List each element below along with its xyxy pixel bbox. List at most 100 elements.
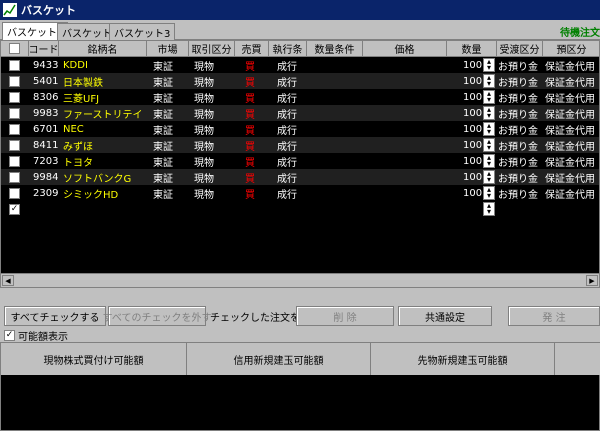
cell-market: 東証 — [153, 157, 173, 169]
cell-exec: 成行 — [277, 141, 297, 153]
qty-stepper[interactable]: ▴ ▾ — [483, 74, 495, 88]
qty-stepper[interactable]: ▴ ▾ — [483, 154, 495, 168]
table-row[interactable]: 6701 NEC 東証 現物 買 成行 100 お預り金 保証金代用 ▴ ▾ — [1, 121, 599, 137]
delete-button[interactable]: 削 除 — [296, 306, 394, 326]
table-row[interactable]: 8306 三菱UFJ 東証 現物 買 成行 100 お預り金 保証金代用 ▴ ▾ — [1, 89, 599, 105]
cell-side: 買 — [245, 125, 255, 137]
row-checkbox[interactable] — [9, 75, 20, 87]
table-row[interactable]: 7203 トヨタ 東証 現物 買 成行 100 お預り金 保証金代用 ▴ ▾ — [1, 153, 599, 169]
qty-stepper[interactable]: ▴ ▾ — [483, 170, 495, 184]
horizontal-scrollbar[interactable]: ◀ ▶ — [1, 273, 599, 287]
header-select-all[interactable] — [1, 41, 29, 57]
header-code: コード — [29, 41, 59, 57]
order-grid: コード 銘柄名 市場 取引区分 売買 執行条 数量条件 価格 数量 受渡区分 預… — [0, 40, 600, 288]
tab-basket-3[interactable]: バスケット3 — [109, 23, 176, 40]
cell-account: 保証金代用 — [545, 173, 595, 185]
row-checkbox[interactable] — [9, 107, 20, 119]
show-available-row[interactable]: 可能額表示 — [0, 328, 600, 343]
cell-qty: 100 — [463, 75, 483, 87]
row-checkbox[interactable] — [9, 155, 20, 167]
qty-stepper[interactable]: ▴ ▾ — [483, 122, 495, 136]
header-market: 市場 — [147, 41, 189, 57]
header-side: 売買 — [235, 41, 269, 57]
cell-delivery: お預り金 — [498, 189, 538, 201]
cell-code: 8411 — [33, 139, 59, 151]
cell-delivery: お預り金 — [498, 93, 538, 105]
cell-name: NEC — [63, 123, 84, 135]
cell-code: 9984 — [33, 171, 59, 183]
scroll-left-icon[interactable]: ◀ — [2, 275, 14, 286]
cell-side: 買 — [245, 157, 255, 169]
row-checkbox-cell — [9, 57, 20, 73]
cell-qty: 100 — [463, 107, 483, 119]
select-all-checkbox[interactable] — [9, 43, 20, 54]
table-row-empty[interactable]: ▴▾ — [1, 201, 599, 217]
row-checkbox-cell — [9, 73, 20, 89]
window-title: バスケット — [21, 4, 76, 17]
show-available-checkbox[interactable] — [4, 329, 15, 341]
check-all-button[interactable]: すべてチェックする — [4, 306, 106, 326]
table-row[interactable]: 8411 みずほ 東証 現物 買 成行 100 お預り金 保証金代用 ▴ ▾ — [1, 137, 599, 153]
toolbar: すべてチェックする すべてのチェックを外す チェックした注文を 削 除 共通設定… — [0, 288, 600, 328]
title-bar: バスケット — [0, 0, 600, 20]
cell-exec: 成行 — [277, 173, 297, 185]
row-checkbox[interactable] — [9, 59, 20, 71]
cell-qty: 100 — [463, 59, 483, 71]
qty-stepper[interactable]: ▴ ▾ — [483, 90, 495, 104]
summary-header-margin: 信用新規建玉可能額 — [187, 343, 371, 375]
qty-stepper[interactable]: ▴ ▾ — [483, 106, 495, 120]
cell-qty: 100 — [463, 187, 483, 199]
row-checkbox[interactable] — [9, 203, 20, 215]
checked-orders-label: チェックした注文を — [210, 313, 300, 324]
cell-delivery: お預り金 — [498, 109, 538, 121]
cell-name: KDDI — [63, 59, 88, 71]
cell-market: 東証 — [153, 125, 173, 137]
cell-code: 8306 — [33, 91, 59, 103]
header-name: 銘柄名 — [59, 41, 147, 57]
cell-market: 東証 — [153, 77, 173, 89]
common-settings-button[interactable]: 共通設定 — [398, 306, 492, 326]
cell-delivery: お預り金 — [498, 157, 538, 169]
cell-account: 保証金代用 — [545, 157, 595, 169]
cell-delivery: お預り金 — [498, 125, 538, 137]
cell-name: ファーストリテイ — [63, 109, 143, 121]
row-checkbox[interactable] — [9, 139, 20, 151]
cell-side: 買 — [245, 61, 255, 73]
qty-stepper[interactable]: ▴ ▾ — [483, 138, 495, 152]
header-qty-cond: 数量条件 — [307, 41, 363, 57]
tab-bar: バスケット1 バスケット2 バスケット3 待機注文 — [0, 20, 600, 40]
row-checkbox[interactable] — [9, 91, 20, 103]
cell-exec: 成行 — [277, 61, 297, 73]
qty-stepper[interactable]: ▴ ▾ — [483, 186, 495, 200]
table-row[interactable]: 9984 ソフトバンクG 東証 現物 買 成行 100 お預り金 保証金代用 ▴ ▾ — [1, 169, 599, 185]
cell-code: 9983 — [33, 107, 59, 119]
table-row[interactable]: 5401 日本製鉄 東証 現物 買 成行 100 お預り金 保証金代用 ▴ ▾ — [1, 73, 599, 89]
row-checkbox[interactable] — [9, 123, 20, 135]
cell-trade: 現物 — [194, 125, 214, 137]
cell-exec: 成行 — [277, 157, 297, 169]
cell-side: 買 — [245, 189, 255, 201]
qty-stepper[interactable]: ▴ ▾ — [483, 58, 495, 72]
cell-market: 東証 — [153, 61, 173, 73]
header-delivery: 受渡区分 — [497, 41, 543, 57]
qty-stepper[interactable]: ▴ ▾ — [483, 202, 495, 216]
row-checkbox[interactable] — [9, 187, 20, 199]
scroll-right-icon[interactable]: ▶ — [586, 275, 598, 286]
cell-name: シミックHD — [63, 189, 119, 201]
row-checkbox[interactable] — [9, 171, 20, 183]
uncheck-all-button[interactable]: すべてのチェックを外す — [103, 306, 211, 326]
cell-code: 2309 — [33, 187, 59, 199]
cell-side: 買 — [245, 173, 255, 185]
cell-account: 保証金代用 — [545, 189, 595, 201]
available-amount-panel: 現物株式買付け可能額 信用新規建玉可能額 先物新規建玉可能額 — [0, 342, 600, 431]
cell-trade: 現物 — [194, 61, 214, 73]
cell-market: 東証 — [153, 93, 173, 105]
submit-order-button[interactable]: 発 注 — [508, 306, 600, 326]
cell-trade: 現物 — [194, 93, 214, 105]
cell-name: 日本製鉄 — [63, 77, 103, 89]
cell-qty: 100 — [463, 123, 483, 135]
table-row[interactable]: 9433 KDDI 東証 現物 買 成行 100 お預り金 保証金代用 ▴ ▾ — [1, 57, 599, 73]
table-row[interactable]: 9983 ファーストリテイ 東証 現物 買 成行 100 お預り金 保証金代用 ▴ ▾ — [1, 105, 599, 121]
table-row[interactable]: 2309 シミックHD 東証 現物 買 成行 100 お預り金 保証金代用 ▴ ▾ — [1, 185, 599, 201]
cell-market: 東証 — [153, 173, 173, 185]
